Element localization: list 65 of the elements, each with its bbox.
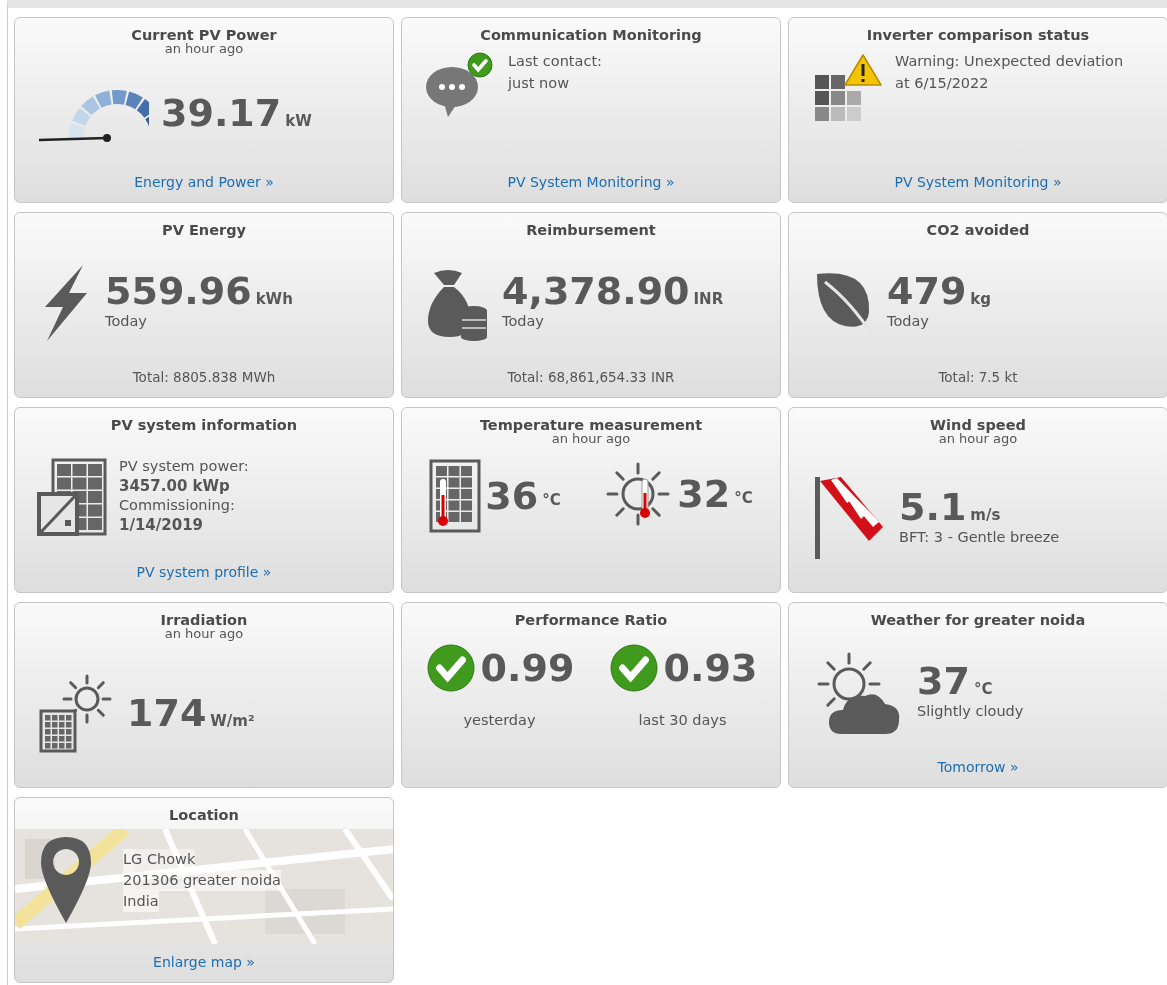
info-value: 1/14/2019 [119, 514, 205, 536]
metric-value: 0.93 [663, 649, 758, 688]
tile-title: Performance Ratio [513, 611, 669, 629]
unit-label: kW [285, 111, 312, 133]
metric-note: Today [502, 312, 545, 331]
period-label: last 30 days [638, 711, 727, 731]
status-text: just now [508, 73, 570, 93]
metric-note: BFT: 3 - Gentle breeze [899, 527, 1060, 547]
footer-link[interactable]: Enlarge map » [153, 954, 255, 970]
unit-label: °C [542, 489, 561, 511]
metric-note: Today [105, 312, 148, 331]
status-text: Warning: Unexpected deviation [895, 52, 1124, 72]
tile-title: Communication Monitoring [479, 26, 703, 44]
status-text: at 6/15/2022 [895, 73, 990, 93]
info-value: 3457.00 kWp [119, 476, 231, 498]
tile-title: Inverter comparison status [865, 26, 1091, 44]
footer-link[interactable]: PV System Monitoring » [507, 174, 675, 190]
footer-link[interactable]: Energy and Power » [134, 174, 274, 190]
unit-label: °C [973, 679, 993, 701]
update-time: an hour ago [163, 628, 245, 640]
metric-value: 559.96 [105, 272, 252, 311]
total-text: Total: 68,861,654.33 INR [507, 369, 675, 385]
period-label: yesterday [463, 711, 536, 731]
tile-title: CO2 avoided [925, 221, 1031, 239]
metric-value: 39.17 [161, 94, 282, 133]
unit-label: kg [970, 289, 992, 311]
metric-value: 5.1 [899, 488, 967, 527]
metric-note: Today [887, 312, 930, 331]
total-text: Total: 8805.838 MWh [132, 369, 276, 385]
metric-value: 479 [887, 272, 967, 311]
info-label: PV system power: [119, 459, 249, 476]
panel-thermometer-icon [429, 458, 482, 533]
metric-value: 4,378.90 [502, 272, 690, 311]
footer-link[interactable]: Tomorrow » [937, 759, 1019, 775]
metric-value: 0.99 [480, 649, 575, 688]
solar-panel-icon [37, 457, 107, 538]
unit-label: INR [693, 289, 724, 311]
metric-value: 36 [485, 476, 539, 515]
metric-value: 37 [917, 662, 970, 701]
update-time: an hour ago [163, 43, 245, 55]
metric-note: Slightly cloudy [917, 702, 1024, 721]
footer-link[interactable]: PV System Monitoring » [894, 174, 1062, 190]
tile-title: Weather for greater noida [869, 611, 1087, 629]
check-icon [607, 642, 660, 695]
info-label: Commissioning: [119, 497, 236, 514]
metric-value: 174 [127, 694, 207, 733]
tile-title: Current PV Power [130, 26, 278, 43]
metric-value: 32 [677, 474, 731, 513]
footer-link[interactable]: PV system profile » [136, 564, 272, 580]
tile-title: PV Energy [161, 221, 247, 239]
unit-label: W/m² [210, 711, 255, 733]
tile-title: Wind speed [929, 416, 1027, 433]
unit-label: m/s [970, 505, 1001, 527]
tile-title: Location [168, 806, 240, 824]
tile-title: Reimbursement [525, 221, 657, 239]
tile-title: Irradiation [159, 611, 249, 628]
check-icon [424, 642, 477, 695]
tile-title: Temperature measurement [478, 416, 704, 433]
update-time: an hour ago [551, 433, 632, 445]
tile-title: PV system information [109, 416, 299, 434]
unit-label: °C [734, 487, 753, 509]
unit-label: kWh [255, 289, 293, 311]
update-time: an hour ago [937, 433, 1018, 445]
status-text: Last contact: [508, 52, 602, 72]
total-text: Total: 7.5 kt [938, 369, 1018, 385]
